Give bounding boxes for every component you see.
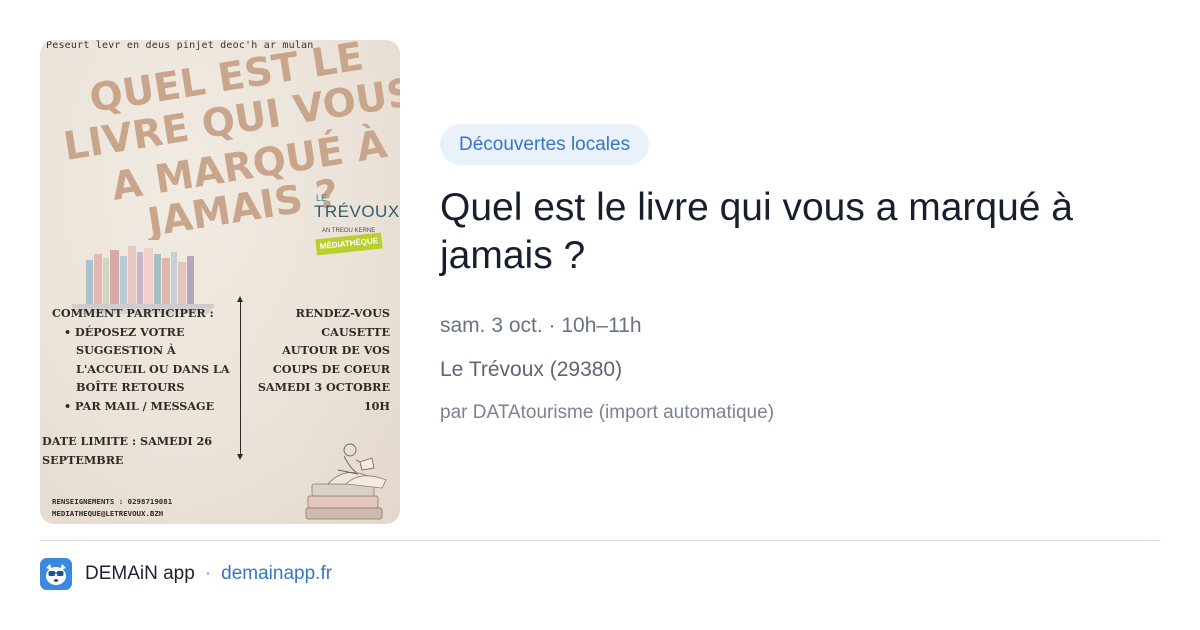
reading-illustration — [298, 410, 398, 522]
participate-item: L'ACCUEIL OU DANS LA — [76, 361, 230, 376]
footer-separator: · — [204, 563, 212, 584]
meeting-line: RENDEZ-VOUS — [295, 306, 390, 320]
category-badge[interactable]: Découvertes locales — [440, 124, 650, 165]
meeting-line: SAMEDI 3 OCTOBRE — [257, 380, 390, 395]
event-poster-image[interactable]: Peseurt levr en deus pinjet deoc'h ar mu… — [40, 40, 400, 524]
contact-phone: RENSEIGNEMENTS : 0298719081 — [52, 497, 173, 506]
event-title[interactable]: Quel est le livre qui vous a marqué à ja… — [440, 184, 1160, 280]
app-name: DEMAiN app — [85, 563, 195, 584]
footer: DEMAiN app · demainapp.fr — [40, 558, 332, 590]
meeting-info: RENDEZ-VOUS CAUSETTE AUTOUR DE VOS COUPS… — [250, 304, 390, 416]
contact-email: MEDIATHEQUE@LETREVOUX.BZH — [52, 509, 164, 518]
how-to-participate: COMMENT PARTICIPER : • DÉPOSEZ VOTRE SUG… — [52, 304, 242, 416]
meeting-line: COUPS DE COEUR — [272, 361, 390, 376]
participate-item: SUGGESTION À — [76, 343, 176, 358]
participate-item: BOÎTE RETOURS — [76, 380, 185, 395]
logo-name: TRÉVOUX — [314, 202, 400, 221]
participate-heading: COMMENT PARTICIPER : — [52, 306, 214, 320]
deadline-line: DATE LIMITE : SAMEDI 26 — [42, 434, 213, 448]
event-location: Le Trévoux (29380) — [440, 358, 623, 381]
participate-item: • PAR MAIL / MESSAGE — [64, 398, 215, 413]
event-datetime: sam. 3 oct. · 10h–11h — [440, 314, 642, 337]
contact-info: RENSEIGNEMENTS : 0298719081 MEDIATHEQUE@… — [52, 496, 172, 520]
meeting-line: CAUSETTE — [321, 324, 390, 339]
participate-item: • DÉPOSEZ VOTRE — [64, 324, 185, 339]
meeting-line: AUTOUR DE VOS — [282, 343, 390, 358]
event-source: par DATAtourisme (import automatique) — [440, 402, 775, 423]
demain-app-icon — [40, 558, 72, 590]
app-domain-link[interactable]: demainapp.fr — [221, 563, 332, 585]
deadline: DATE LIMITE : SAMEDI 26 SEPTEMBRE — [42, 432, 242, 469]
footer-divider — [40, 540, 1160, 541]
deadline-line: SEPTEMBRE — [42, 452, 124, 467]
books-shelf-illustration — [68, 216, 218, 316]
